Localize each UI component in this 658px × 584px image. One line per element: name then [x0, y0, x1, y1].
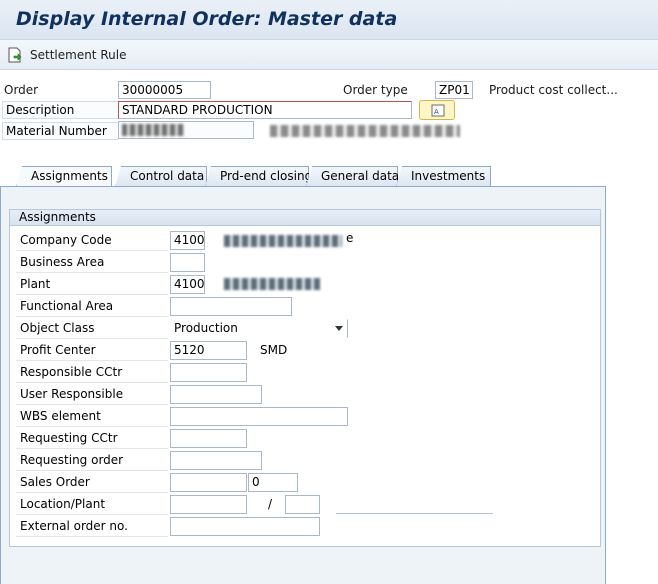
object-class-value: Production [174, 321, 238, 335]
sales-order-field[interactable] [170, 473, 247, 492]
material-number-field[interactable] [118, 121, 254, 139]
business-area-field[interactable] [170, 253, 205, 272]
description-field[interactable]: STANDARD PRODUCTION [118, 101, 412, 119]
order-type-field[interactable]: ZP01 [435, 81, 473, 99]
functional-area-field[interactable] [170, 297, 292, 316]
requesting-order-label: Requesting order [16, 451, 168, 471]
requesting-order-field[interactable] [170, 451, 262, 470]
divider [336, 513, 493, 514]
tab-general-data[interactable]: General data [306, 166, 398, 187]
responsible-cctr-field[interactable] [170, 363, 247, 382]
page-title: Display Internal Order: Master data [16, 8, 398, 30]
plant-field[interactable]: 4100 [170, 275, 205, 294]
sales-order-label: Sales Order [16, 473, 168, 493]
location-field[interactable] [170, 495, 247, 514]
plant-description [216, 270, 346, 296]
assignments-group-title: Assignments [10, 210, 600, 226]
company-code-field[interactable]: 4100 [170, 231, 205, 250]
plant-label: Plant [16, 275, 168, 295]
object-class-dropdown[interactable]: Production [170, 319, 348, 338]
wbs-element-label: WBS element [16, 407, 168, 427]
profit-center-label: Profit Center [16, 341, 168, 361]
location-plant-field[interactable] [285, 495, 320, 514]
business-area-label: Business Area [16, 253, 168, 273]
tab-content-assignments: Assignments Company Code 4100 e Business… [0, 186, 606, 584]
redacted-material-number [122, 124, 184, 136]
external-order-field[interactable] [170, 517, 320, 536]
tab-assignments[interactable]: Assignments [16, 166, 112, 187]
document-arrow-icon [8, 47, 22, 63]
svg-text:A: A [434, 108, 439, 116]
tab-control-data[interactable]: Control data [115, 166, 207, 187]
location-plant-separator: / [268, 497, 273, 511]
order-type-label: Order type [343, 83, 408, 97]
requesting-cctr-field[interactable] [170, 429, 247, 448]
location-plant-label: Location/Plant [16, 495, 168, 515]
company-code-text-suffix: e [346, 231, 354, 245]
order-label: Order [4, 83, 39, 97]
user-responsible-field[interactable] [170, 385, 262, 404]
material-number-label: Material Number [2, 122, 118, 140]
redacted-material-description [270, 125, 460, 137]
chevron-down-icon [335, 326, 343, 331]
requesting-cctr-label: Requesting CCtr [16, 429, 168, 449]
company-code-description: e [216, 227, 356, 253]
redacted-company-name [224, 235, 342, 247]
redacted-plant-name [224, 278, 320, 290]
description-label: Description [2, 101, 118, 119]
settlement-rule-label: Settlement Rule [30, 48, 127, 62]
tab-investments[interactable]: Investments [396, 166, 491, 187]
company-code-label: Company Code [16, 231, 168, 251]
application-toolbar: Settlement Rule [0, 40, 658, 70]
tab-prd-end-closing[interactable]: Prd-end closing [205, 166, 309, 187]
title-bar: Display Internal Order: Master data [0, 0, 658, 40]
sales-order-item-field[interactable]: 0 [248, 473, 298, 492]
settlement-rule-button[interactable]: Settlement Rule [8, 45, 126, 65]
external-order-label: External order no. [16, 517, 168, 537]
order-field[interactable]: 30000005 [118, 81, 211, 99]
profit-center-text: SMD [260, 343, 288, 357]
long-text-icon: A [431, 104, 445, 117]
long-text-button[interactable]: A [419, 100, 455, 120]
assignments-group: Assignments Company Code 4100 e Business… [9, 209, 601, 547]
profit-center-field[interactable]: 5120 [170, 341, 247, 360]
wbs-element-field[interactable] [170, 407, 348, 426]
responsible-cctr-label: Responsible CCtr [16, 363, 168, 383]
object-class-label: Object Class [16, 319, 168, 339]
order-type-text: Product cost collect... [489, 83, 618, 97]
functional-area-label: Functional Area [16, 297, 168, 317]
user-responsible-label: User Responsible [16, 385, 168, 405]
